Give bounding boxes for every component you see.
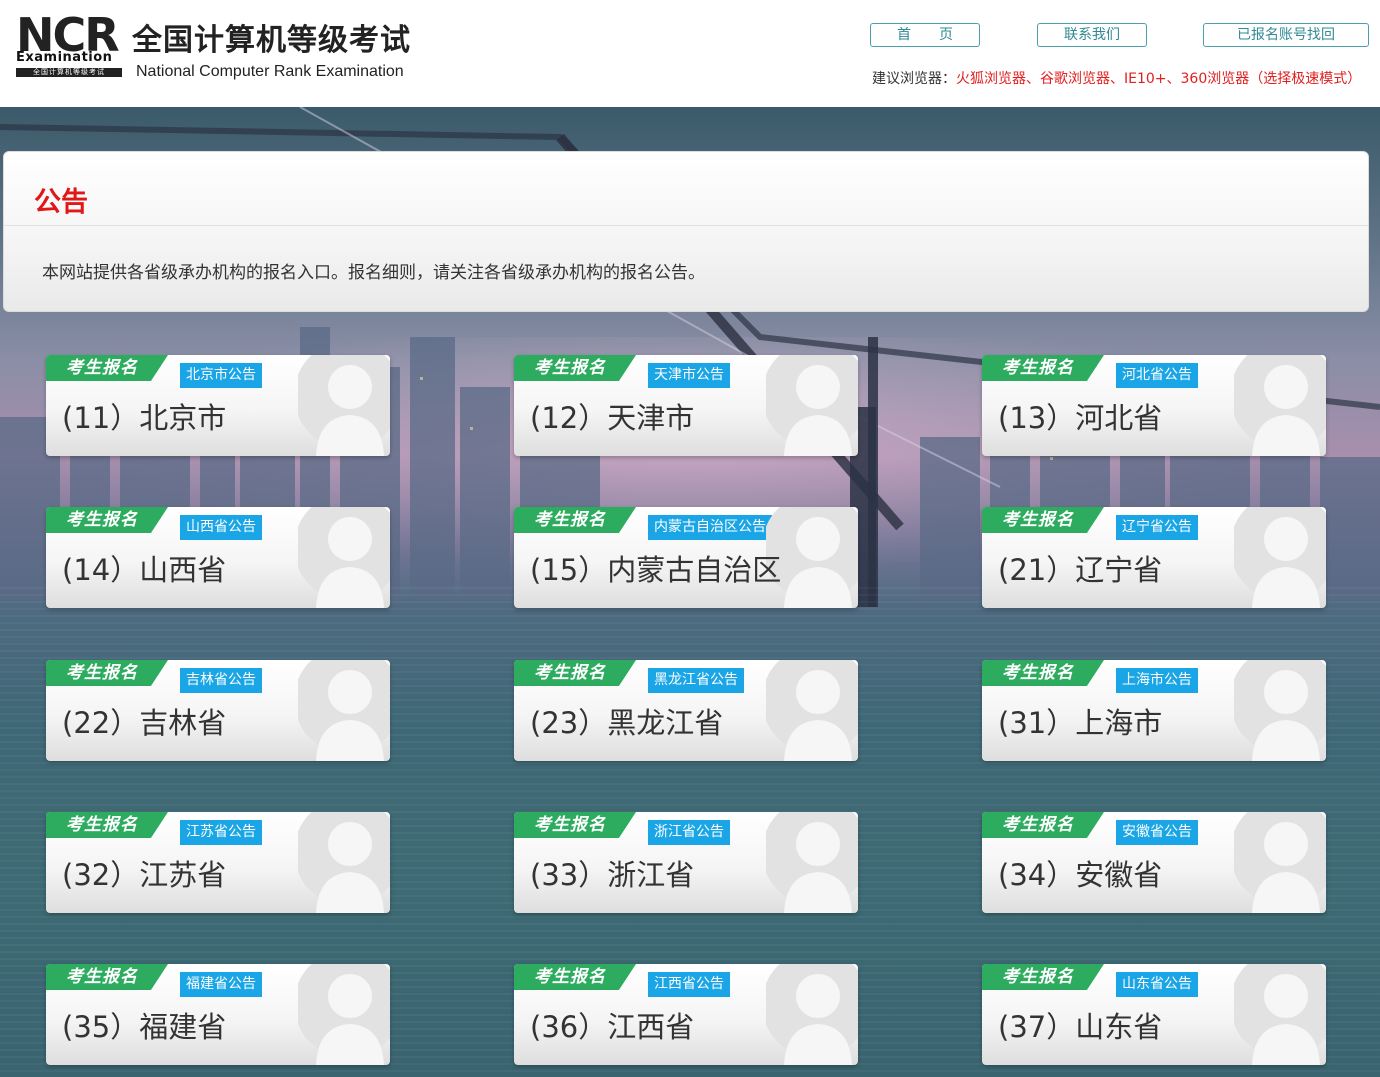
contact-us-button[interactable]: 联系我们 — [1037, 23, 1147, 47]
exam-registration-tag: 考生报名 — [982, 964, 1104, 990]
exam-registration-tag: 考生报名 — [982, 660, 1104, 686]
avatar-placeholder-icon — [298, 355, 390, 456]
announcement-link[interactable]: 上海市公告 — [1116, 668, 1198, 693]
province-name: (12）天津市 — [530, 401, 695, 435]
browser-recommendation: 建议浏览器：火狐浏览器、谷歌浏览器、IE10+、360浏览器（选择极速模式） — [872, 68, 1361, 88]
announcement-link[interactable]: 山东省公告 — [1116, 972, 1198, 997]
announcement-link[interactable]: 天津市公告 — [648, 363, 730, 388]
announcement-link[interactable]: 北京市公告 — [180, 363, 262, 388]
avatar-placeholder-icon — [766, 812, 858, 913]
announcement-link[interactable]: 安徽省公告 — [1116, 820, 1198, 845]
logo-mark-bar: 全国计算机等级考试 — [16, 68, 122, 77]
notice-panel: 公告 本网站提供各省级承办机构的报名入口。报名细则，请关注各省级承办机构的报名公… — [3, 151, 1369, 312]
province-name: (33）浙江省 — [530, 858, 695, 892]
announcement-link[interactable]: 江苏省公告 — [180, 820, 262, 845]
logo-mark-subtitle: Examination — [16, 50, 113, 65]
announcement-link[interactable]: 河北省公告 — [1116, 363, 1198, 388]
province-card[interactable]: 考生报名 山东省公告 (37）山东省 — [982, 964, 1326, 1065]
province-name: (32）江苏省 — [62, 858, 227, 892]
ncr-logo-mark: NCR Examination 全国计算机等级考试 — [14, 12, 124, 78]
province-card[interactable]: 考生报名 黑龙江省公告 (23）黑龙江省 — [514, 660, 858, 761]
province-name: (15）内蒙古自治区 — [530, 553, 782, 587]
province-card[interactable]: 考生报名 安徽省公告 (34）安徽省 — [982, 812, 1326, 913]
exam-registration-tag: 考生报名 — [514, 660, 636, 686]
province-name: (13）河北省 — [998, 401, 1163, 435]
exam-registration-tag: 考生报名 — [46, 964, 168, 990]
announcement-link[interactable]: 黑龙江省公告 — [648, 668, 744, 693]
province-card[interactable]: 考生报名 福建省公告 (35）福建省 — [46, 964, 390, 1065]
avatar-placeholder-icon — [298, 964, 390, 1065]
announcement-link[interactable]: 江西省公告 — [648, 972, 730, 997]
avatar-placeholder-icon — [766, 964, 858, 1065]
exam-registration-tag: 考生报名 — [514, 964, 636, 990]
site-logo[interactable]: NCR Examination 全国计算机等级考试 全国计算机等级考试 Nati… — [14, 12, 414, 82]
province-card[interactable]: 考生报名 上海市公告 (31）上海市 — [982, 660, 1326, 761]
exam-registration-tag: 考生报名 — [982, 355, 1104, 381]
announcement-link[interactable]: 浙江省公告 — [648, 820, 730, 845]
home-button[interactable]: 首 页 — [870, 23, 980, 47]
account-recovery-button[interactable]: 已报名账号找回 — [1203, 23, 1369, 47]
province-card[interactable]: 考生报名 吉林省公告 (22）吉林省 — [46, 660, 390, 761]
province-card[interactable]: 考生报名 江苏省公告 (32）江苏省 — [46, 812, 390, 913]
province-card[interactable]: 考生报名 辽宁省公告 (21）辽宁省 — [982, 507, 1326, 608]
announcement-link[interactable]: 山西省公告 — [180, 515, 262, 540]
province-name: (14）山西省 — [62, 553, 227, 587]
logo-mark-bar-text: 全国计算机等级考试 — [33, 68, 105, 76]
avatar-placeholder-icon — [298, 507, 390, 608]
avatar-placeholder-icon — [766, 355, 858, 456]
avatar-placeholder-icon — [1234, 507, 1326, 608]
avatar-placeholder-icon — [766, 660, 858, 761]
province-card[interactable]: 考生报名 江西省公告 (36）江西省 — [514, 964, 858, 1065]
province-card[interactable]: 考生报名 河北省公告 (13）河北省 — [982, 355, 1326, 456]
notice-text: 本网站提供各省级承办机构的报名入口。报名细则，请关注各省级承办机构的报名公告。 — [42, 263, 705, 283]
province-name: (21）辽宁省 — [998, 553, 1163, 587]
announcement-link[interactable]: 辽宁省公告 — [1116, 515, 1198, 540]
avatar-placeholder-icon — [1234, 355, 1326, 456]
province-name: (35）福建省 — [62, 1010, 227, 1044]
province-name: (37）山东省 — [998, 1010, 1163, 1044]
announcement-link[interactable]: 内蒙古自治区公告 — [648, 515, 772, 540]
province-name: (22）吉林省 — [62, 706, 227, 740]
province-card[interactable]: 考生报名 北京市公告 (11）北京市 — [46, 355, 390, 456]
province-card[interactable]: 考生报名 山西省公告 (14）山西省 — [46, 507, 390, 608]
exam-registration-tag: 考生报名 — [46, 507, 168, 533]
province-card[interactable]: 考生报名 天津市公告 (12）天津市 — [514, 355, 858, 456]
site-title-en: National Computer Rank Examination — [136, 63, 404, 80]
avatar-placeholder-icon — [1234, 660, 1326, 761]
province-name: (36）江西省 — [530, 1010, 695, 1044]
notice-title: 公告 — [34, 187, 88, 218]
exam-registration-tag: 考生报名 — [514, 812, 636, 838]
exam-registration-tag: 考生报名 — [46, 355, 168, 381]
exam-registration-tag: 考生报名 — [982, 812, 1104, 838]
avatar-placeholder-icon — [298, 812, 390, 913]
province-card[interactable]: 考生报名 浙江省公告 (33）浙江省 — [514, 812, 858, 913]
avatar-placeholder-icon — [1234, 812, 1326, 913]
exam-registration-tag: 考生报名 — [514, 355, 636, 381]
province-name: (31）上海市 — [998, 706, 1163, 740]
browser-tip-label: 建议浏览器： — [872, 71, 956, 87]
exam-registration-tag: 考生报名 — [46, 660, 168, 686]
province-name: (23）黑龙江省 — [530, 706, 724, 740]
site-title-cn: 全国计算机等级考试 — [132, 23, 411, 58]
province-name: (11）北京市 — [62, 401, 227, 435]
exam-registration-tag: 考生报名 — [46, 812, 168, 838]
header: NCR Examination 全国计算机等级考试 全国计算机等级考试 Nati… — [0, 0, 1380, 107]
exam-registration-tag: 考生报名 — [982, 507, 1104, 533]
province-name: (34）安徽省 — [998, 858, 1163, 892]
exam-registration-tag: 考生报名 — [514, 507, 636, 533]
notice-divider — [4, 225, 1368, 226]
announcement-link[interactable]: 吉林省公告 — [180, 668, 262, 693]
avatar-placeholder-icon — [1234, 964, 1326, 1065]
announcement-link[interactable]: 福建省公告 — [180, 972, 262, 997]
browser-tip-value: 火狐浏览器、谷歌浏览器、IE10+、360浏览器（选择极速模式） — [956, 71, 1362, 87]
province-card[interactable]: 考生报名 内蒙古自治区公告 (15）内蒙古自治区 — [514, 507, 858, 608]
avatar-placeholder-icon — [298, 660, 390, 761]
